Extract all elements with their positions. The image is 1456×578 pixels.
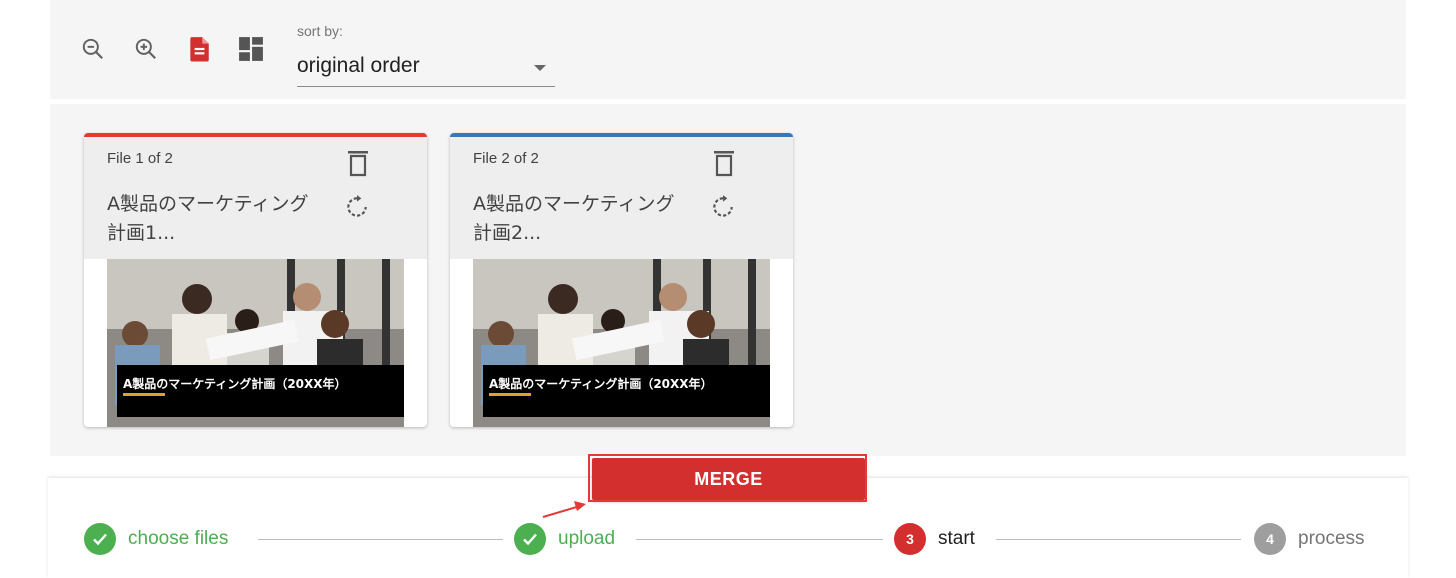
step-upload: upload	[514, 523, 615, 555]
file-count: File 1 of 2	[107, 150, 173, 167]
step-connector	[258, 539, 503, 540]
file-view-icon[interactable]	[186, 36, 212, 62]
file-name: A製品のマーケティング計画1...	[107, 193, 309, 244]
rotate-icon[interactable]	[344, 194, 370, 220]
zoom-in-icon[interactable]	[133, 36, 159, 62]
step-start: 3 start	[894, 523, 975, 555]
step-label: process	[1298, 528, 1365, 549]
step-label: start	[938, 528, 975, 549]
step-connector	[996, 539, 1241, 540]
step-number: 3	[894, 523, 926, 555]
file-name: A製品のマーケティング計画2...	[473, 193, 675, 244]
file-count: File 2 of 2	[473, 150, 539, 167]
file-card[interactable]: File 1 of 2 A製品のマーケティング計画1... A製品のマーケティン…	[84, 133, 427, 427]
step-choose-files: choose files	[84, 523, 228, 555]
step-number: 4	[1254, 523, 1286, 555]
step-process: 4 process	[1254, 523, 1365, 555]
step-label: upload	[558, 528, 616, 549]
card-header: File 1 of 2 A製品のマーケティング計画1...	[84, 137, 427, 259]
sort-select[interactable]: original order	[297, 48, 555, 87]
grid-view-icon[interactable]	[238, 36, 264, 62]
check-icon	[84, 523, 116, 555]
check-icon	[514, 523, 546, 555]
file-card[interactable]: File 2 of 2 A製品のマーケティング計画2... A製品のマーケティン…	[450, 133, 793, 427]
zoom-out-icon[interactable]	[80, 36, 106, 62]
sort-label: sort by:	[297, 23, 343, 39]
chevron-down-icon	[534, 65, 546, 71]
trash-icon[interactable]	[712, 149, 736, 177]
trash-icon[interactable]	[346, 149, 370, 177]
step-label: choose files	[128, 528, 229, 549]
thumbnail-title: A製品のマーケティング計画（20XX年）	[123, 377, 347, 391]
sort-value: original order	[297, 54, 420, 77]
thumbnail-caption: A製品のマーケティング計画（20XX年）	[117, 365, 404, 417]
thumbnail-subtitle-bar	[489, 393, 531, 396]
thumbnail-subtitle-bar	[123, 393, 165, 396]
file-thumbnail: A製品のマーケティング計画（20XX年）	[473, 259, 770, 427]
pointer-arrow-icon	[542, 501, 586, 518]
card-header: File 2 of 2 A製品のマーケティング計画2...	[450, 137, 793, 259]
step-connector	[636, 539, 883, 540]
rotate-icon[interactable]	[710, 194, 736, 220]
thumbnail-title: A製品のマーケティング計画（20XX年）	[489, 377, 713, 391]
files-area: File 1 of 2 A製品のマーケティング計画1... A製品のマーケティン…	[50, 104, 1406, 456]
thumbnail-caption: A製品のマーケティング計画（20XX年）	[483, 365, 770, 417]
merge-highlight-box	[588, 454, 867, 502]
toolbar: sort by: original order	[50, 0, 1406, 99]
file-thumbnail: A製品のマーケティング計画（20XX年）	[107, 259, 404, 427]
